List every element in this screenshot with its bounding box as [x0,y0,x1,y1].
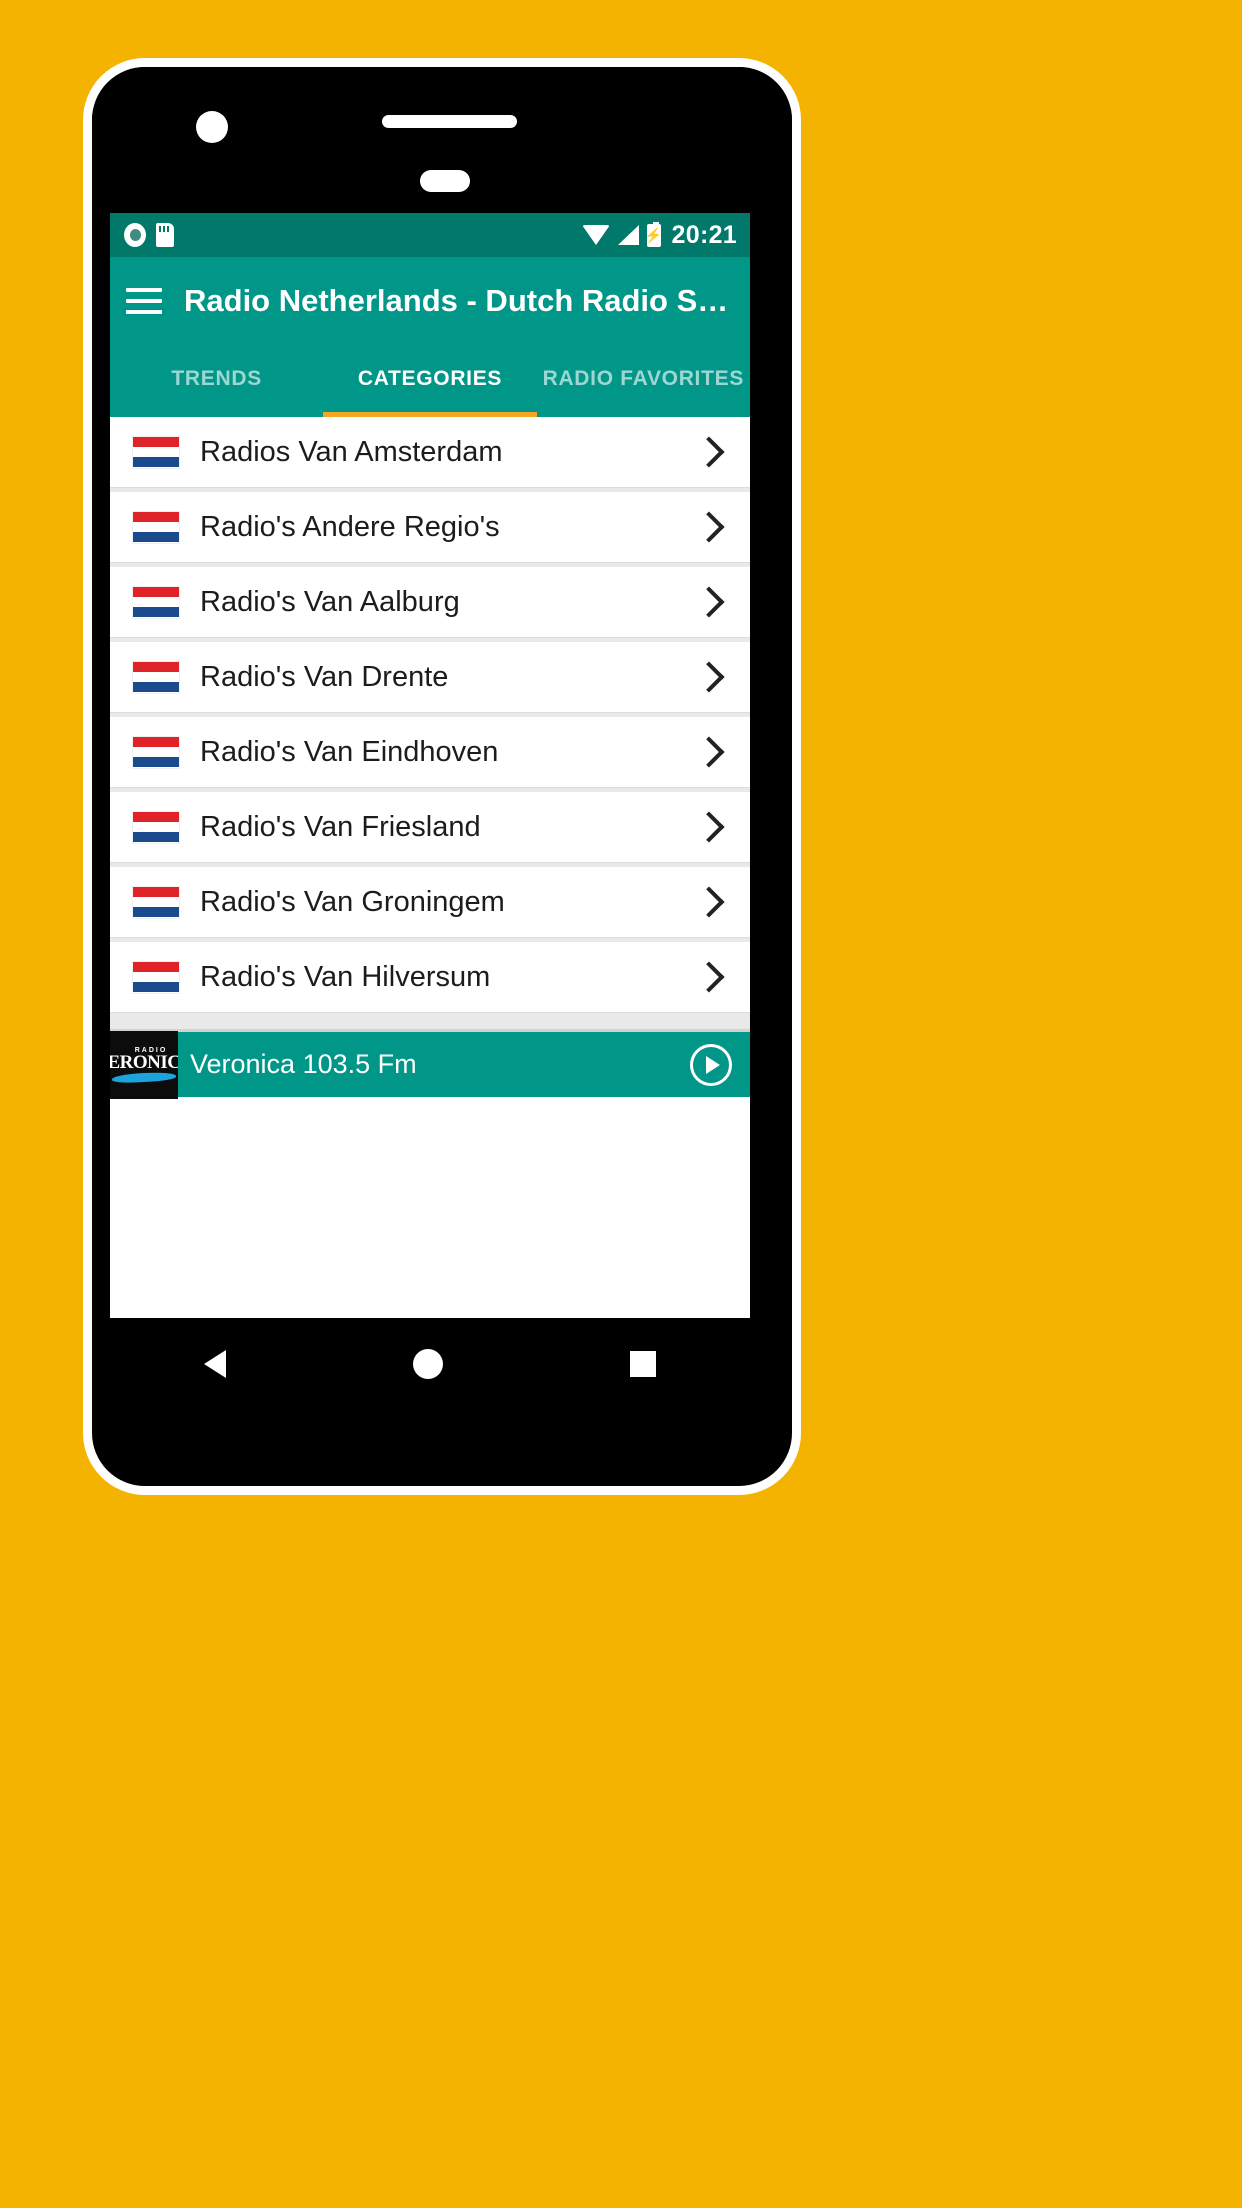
record-icon [124,223,146,247]
chevron-right-icon [693,811,725,843]
netherlands-flag-icon [132,810,180,844]
chevron-right-icon [693,661,725,693]
now-playing-title: Veronica 103.5 Fm [190,1049,417,1079]
list-item-label: Radios Van Amsterdam [200,435,503,468]
status-bar: 20:21 [110,213,750,257]
tab-trends[interactable]: TRENDS [110,345,323,417]
recents-icon[interactable] [630,1351,657,1377]
tab-categories[interactable]: CATEGORIES [323,345,537,417]
list-item[interactable]: Radio's Andere Regio's [110,492,750,563]
chevron-right-icon [693,436,725,468]
list-item-label: Radio's Van Groningem [200,885,505,918]
status-bar-right-icons: 20:21 [581,220,737,250]
netherlands-flag-icon [132,435,180,469]
list-item-label: Radio's Andere Regio's [200,510,500,543]
list-item[interactable]: Radio's Van Groningem [110,867,750,938]
tab-radio-favorites[interactable]: RADIO FAVORITES [537,345,750,417]
list-item[interactable]: Radio's Van Friesland [110,792,750,863]
page-title: Radio Netherlands - Dutch Radio Stat... [184,283,734,318]
list-item[interactable]: Radio's Van Drente [110,642,750,713]
chevron-right-icon [693,586,725,618]
sd-card-icon [156,223,174,247]
netherlands-flag-icon [132,960,180,994]
sensor-pill [420,170,470,192]
list-item-label: Radio's Van Hilversum [200,960,491,993]
phone-frame: 20:21 Radio Netherlands - Dutch Radio St… [83,58,801,1495]
netherlands-flag-icon [132,735,180,769]
signal-icon [617,225,639,245]
earpiece-speaker [382,115,517,128]
list-item[interactable]: Radio's Van Eindhoven [110,717,750,788]
category-list[interactable]: Radios Van Amsterdam Radio's Andere Regi… [110,417,750,1029]
back-icon[interactable] [203,1350,226,1378]
battery-charging-icon [646,221,661,247]
hamburger-menu-icon[interactable] [126,288,162,314]
list-item-label: Radio's Van Drente [200,660,449,693]
list-item[interactable]: Radios Van Amsterdam [110,417,750,488]
netherlands-flag-icon [132,660,180,694]
chevron-right-icon [693,886,725,918]
chevron-right-icon [693,511,725,543]
list-item-label: Radio's Van Aalburg [200,585,460,618]
phone-screen: 20:21 Radio Netherlands - Dutch Radio St… [110,213,750,1318]
list-item-label: Radio's Van Friesland [200,810,481,843]
netherlands-flag-icon [132,585,180,619]
app-bar: Radio Netherlands - Dutch Radio Stat... [110,257,750,345]
play-icon[interactable] [690,1043,732,1086]
station-logo: RADIO VERONICA [110,1030,178,1099]
list-item[interactable]: Radio's Van Hilversum [110,942,750,1013]
station-logo-wave [111,1071,177,1084]
home-icon[interactable] [412,1349,443,1379]
status-bar-left-icons [124,223,174,247]
phone-top-bezel [92,67,792,207]
android-navigation-bar [110,1318,750,1410]
front-camera-icon [196,111,228,143]
status-bar-clock: 20:21 [671,220,737,249]
now-playing-bar[interactable]: RADIO VERONICA Veronica 103.5 Fm [110,1029,750,1099]
tab-bar: TRENDS CATEGORIES RADIO FAVORITES [110,345,750,417]
netherlands-flag-icon [132,510,180,544]
list-item-label: Radio's Van Eindhoven [200,735,499,768]
wifi-icon [581,225,610,245]
netherlands-flag-icon [132,885,180,919]
list-item[interactable]: Radio's Van Aalburg [110,567,750,638]
chevron-right-icon [693,736,725,768]
chevron-right-icon [693,961,725,993]
station-logo-name: VERONICA [110,1052,178,1073]
